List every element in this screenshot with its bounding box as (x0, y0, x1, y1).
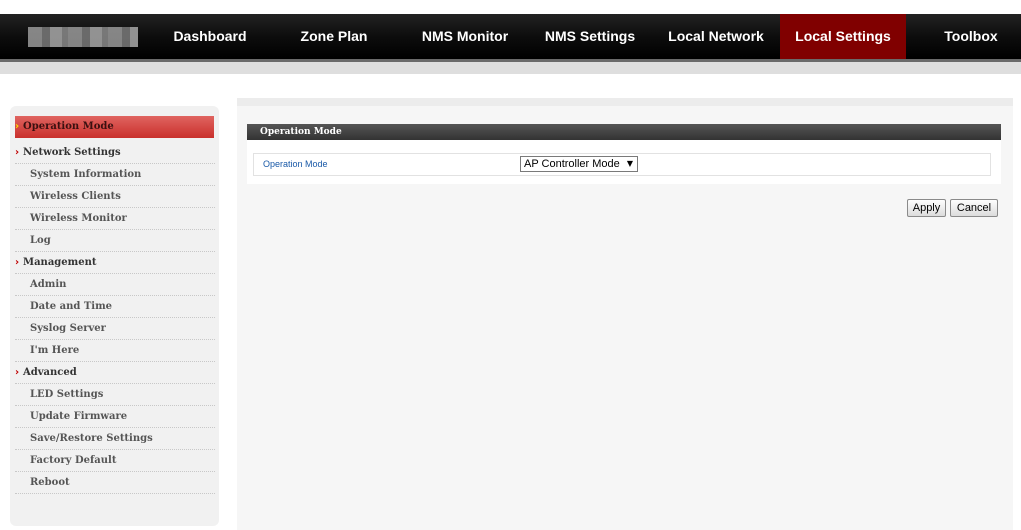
sidebar-item-label: Network Settings (23, 147, 121, 158)
sidebar-item-date-and-time[interactable]: Date and Time (15, 296, 215, 318)
sidebar-item-save-restore-settings[interactable]: Save/Restore Settings (15, 428, 215, 450)
select-value: AP Controller Mode (524, 158, 620, 170)
nav-nms-monitor[interactable]: NMS Monitor (410, 14, 520, 59)
sidebar-item-system-information[interactable]: System Information (15, 164, 215, 186)
chevron-right-icon: › (15, 367, 20, 378)
nav-dashboard[interactable]: Dashboard (160, 14, 260, 59)
sidebar-item-label: Management (23, 257, 97, 268)
sidebar-section-advanced[interactable]: › Advanced (15, 362, 215, 384)
chevron-right-icon: › (15, 257, 20, 268)
sidebar-item-label: Advanced (23, 367, 77, 378)
apply-button[interactable]: Apply (907, 199, 946, 217)
nav-local-network[interactable]: Local Network (658, 14, 774, 59)
operation-mode-label: Operation Mode (263, 159, 328, 169)
chevron-right-icon: › (15, 147, 20, 158)
header-strip (0, 62, 1021, 74)
nav-nms-settings[interactable]: NMS Settings (535, 14, 645, 59)
cancel-button[interactable]: Cancel (950, 199, 998, 217)
sidebar-item-label: Operation Mode (23, 121, 114, 132)
sidebar-item-factory-default[interactable]: Factory Default (15, 450, 215, 472)
nav-toolbox[interactable]: Toolbox (928, 14, 1014, 59)
nav-zone-plan[interactable]: Zone Plan (284, 14, 384, 59)
main-panel-top (237, 98, 1013, 106)
sidebar-item-syslog-server[interactable]: Syslog Server (15, 318, 215, 340)
brand-logo (28, 27, 138, 47)
sidebar-item-operation-mode[interactable]: › Operation Mode (15, 116, 214, 138)
sidebar-item-wireless-clients[interactable]: Wireless Clients (15, 186, 215, 208)
top-nav-bar: Dashboard Zone Plan NMS Monitor NMS Sett… (0, 14, 1021, 59)
nav-local-settings[interactable]: Local Settings (780, 14, 906, 59)
section-title: Operation Mode (247, 124, 1001, 140)
sidebar-item-admin[interactable]: Admin (15, 274, 215, 296)
sidebar-item-im-here[interactable]: I'm Here (15, 340, 215, 362)
sidebar-item-log[interactable]: Log (15, 230, 215, 252)
operation-mode-select[interactable]: AP Controller Mode ▼ (520, 156, 638, 172)
chevron-right-icon: › (15, 121, 20, 132)
sidebar: › Operation Mode › Network Settings Syst… (10, 106, 219, 526)
dropdown-arrow-icon: ▼ (626, 159, 633, 168)
sidebar-item-reboot[interactable]: Reboot (15, 472, 215, 494)
sidebar-item-led-settings[interactable]: LED Settings (15, 384, 215, 406)
sidebar-section-management[interactable]: › Management (15, 252, 215, 274)
sidebar-section-network-settings[interactable]: › Network Settings (15, 142, 215, 164)
sidebar-item-update-firmware[interactable]: Update Firmware (15, 406, 215, 428)
sidebar-item-wireless-monitor[interactable]: Wireless Monitor (15, 208, 215, 230)
